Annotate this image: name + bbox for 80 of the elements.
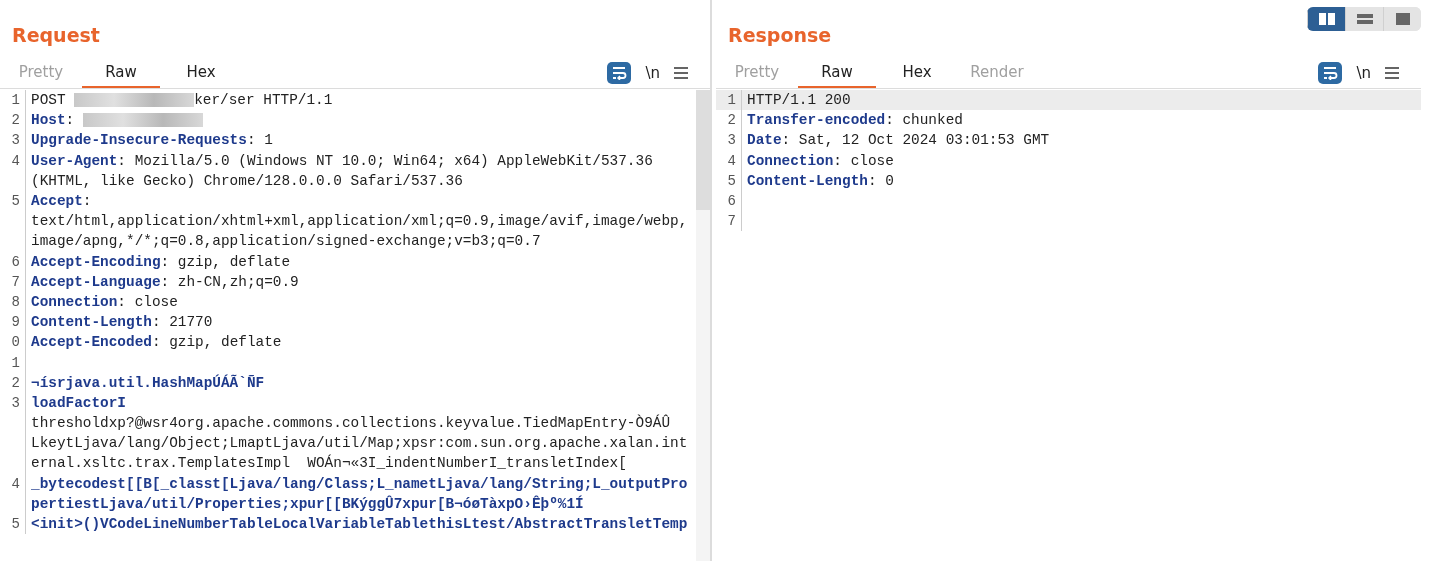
line-number: 3 [11, 394, 20, 411]
header-name: Content-Length [747, 172, 868, 189]
columns-icon [1318, 13, 1335, 25]
code-text: : [65, 112, 76, 129]
rows-icon [1356, 13, 1373, 25]
header-name: <init>()VCodeLineNumberTableLocalVariableTablethisLtest/AbstractTransletTemp [31, 516, 688, 533]
header-name: Connection [31, 293, 118, 310]
view-tab[interactable]: Hex [162, 58, 240, 88]
code-text: : [82, 193, 92, 210]
line-number: 1 [11, 354, 20, 371]
line-number: 1 [11, 92, 20, 109]
line-number: 4 [727, 152, 736, 169]
line-number: 9 [11, 314, 20, 331]
line-number: 7 [727, 213, 736, 230]
scrollbar-thumb[interactable] [696, 90, 710, 210]
header-name: Date [747, 132, 782, 149]
line-number: 0 [11, 334, 20, 351]
header-name: Connection [747, 152, 834, 169]
line-number: 2 [11, 374, 20, 391]
panel-title: Request [12, 24, 100, 46]
line-number: 5 [11, 193, 20, 210]
code-text: : zh-CN,zh;q=0.9 [160, 273, 299, 290]
code-text: : 0 [867, 172, 894, 189]
code-text: : chunked [885, 112, 963, 129]
code-text: thresholdxp?@wsr4org.apache.commons.collections.keyvalue.TiedMapEntry-Ò9ÁÛ [31, 415, 671, 432]
header-name: Accept-Encoding [31, 253, 161, 270]
line-number: 8 [11, 293, 20, 310]
newline-toggle[interactable]: \n [645, 64, 660, 82]
line-number: 1 [727, 92, 736, 109]
wrap-icon[interactable] [607, 62, 632, 84]
square-icon [1395, 13, 1410, 25]
header-name: Accept-Encoded [31, 334, 152, 351]
code-text: ker/ser HTTP/1.1 [194, 92, 333, 109]
code-text: : gzip, deflate [160, 253, 291, 270]
header-name: Content-Length [31, 314, 152, 331]
header-name: pertiestLjava/util/Properties;xpur[[BKýggÛ7xpur[B¬óøTàxpO›Êþº%1Í [31, 495, 584, 512]
code-text: LkeytLjava/lang/Object;LmaptLjava/util/Map;xpsr:com.sun.org.apache.xalan.int [31, 435, 688, 452]
line-number: 2 [727, 112, 736, 129]
line-number: 5 [11, 516, 20, 533]
code-text: : gzip, deflate [151, 334, 282, 351]
code-text: ernal.xsltc.trax.TemplatesImpl WOÁn¬«3I_indentNumberI_transletIndex[ [31, 455, 627, 472]
header-name: Transfer-encoded [747, 112, 886, 129]
header-name: Upgrade-Insecure-Requests [31, 132, 247, 149]
line-number: 3 [11, 132, 20, 149]
code-text: image/apng,*/*;q=0.8,application/signed-exchange;v=b3;q=0.7 [31, 233, 541, 250]
code-text: : close [117, 293, 178, 310]
menu-icon[interactable] [674, 67, 688, 79]
line-number: 4 [11, 152, 20, 169]
code-text: : Mozilla/5.0 (Windows NT 10.0; Win64; x64) AppleWebKit/537.36 [117, 152, 653, 169]
header-name: Host [31, 112, 66, 129]
code-text: (KHTML, like Gecko) Chrome/128.0.0.0 Safari/537.36 [31, 172, 463, 189]
line-number: 6 [727, 193, 736, 210]
code-text: : 1 [246, 132, 273, 149]
code-text: POST [31, 92, 67, 109]
header-name: User-Agent [31, 152, 118, 169]
header-name: Accept-Language [31, 273, 161, 290]
menu-icon[interactable] [1385, 67, 1399, 79]
header-name: Accept [31, 193, 83, 210]
view-tab[interactable]: Raw [82, 58, 160, 88]
header-name: _bytecodest[[B[_classt[Ljava/lang/Class;L_nametLjava/lang/String;L_outputPro [31, 475, 688, 492]
line-number: 2 [11, 112, 20, 129]
single-layout-button[interactable] [1383, 7, 1421, 31]
code-text: : Sat, 12 Oct 2024 03:01:53 GMT [781, 132, 1050, 149]
panel-title: Response [728, 24, 832, 46]
wrap-icon[interactable] [1318, 62, 1343, 84]
header-name: ¬ísrjava.util.HashMapÚÁÃ`ÑF [31, 374, 265, 391]
columns-layout-button[interactable] [1307, 7, 1345, 31]
code-text: text/html,application/xhtml+xml,application/xml;q=0.9,image/avif,image/webp, [31, 213, 688, 230]
view-tab[interactable]: Raw [798, 58, 876, 88]
line-number: 4 [11, 475, 20, 492]
line-number: 6 [11, 253, 20, 270]
newline-toggle[interactable]: \n [1356, 64, 1371, 82]
line-number: 3 [727, 132, 736, 149]
code-text: : 21770 [151, 314, 213, 331]
line-number: 7 [11, 273, 20, 290]
view-tab[interactable]: Hex [878, 58, 956, 88]
line-number: 5 [727, 172, 736, 189]
code-text: HTTP/1.1 200 [747, 92, 851, 109]
header-name: loadFactorI [31, 394, 126, 411]
code-text: : close [833, 152, 894, 169]
